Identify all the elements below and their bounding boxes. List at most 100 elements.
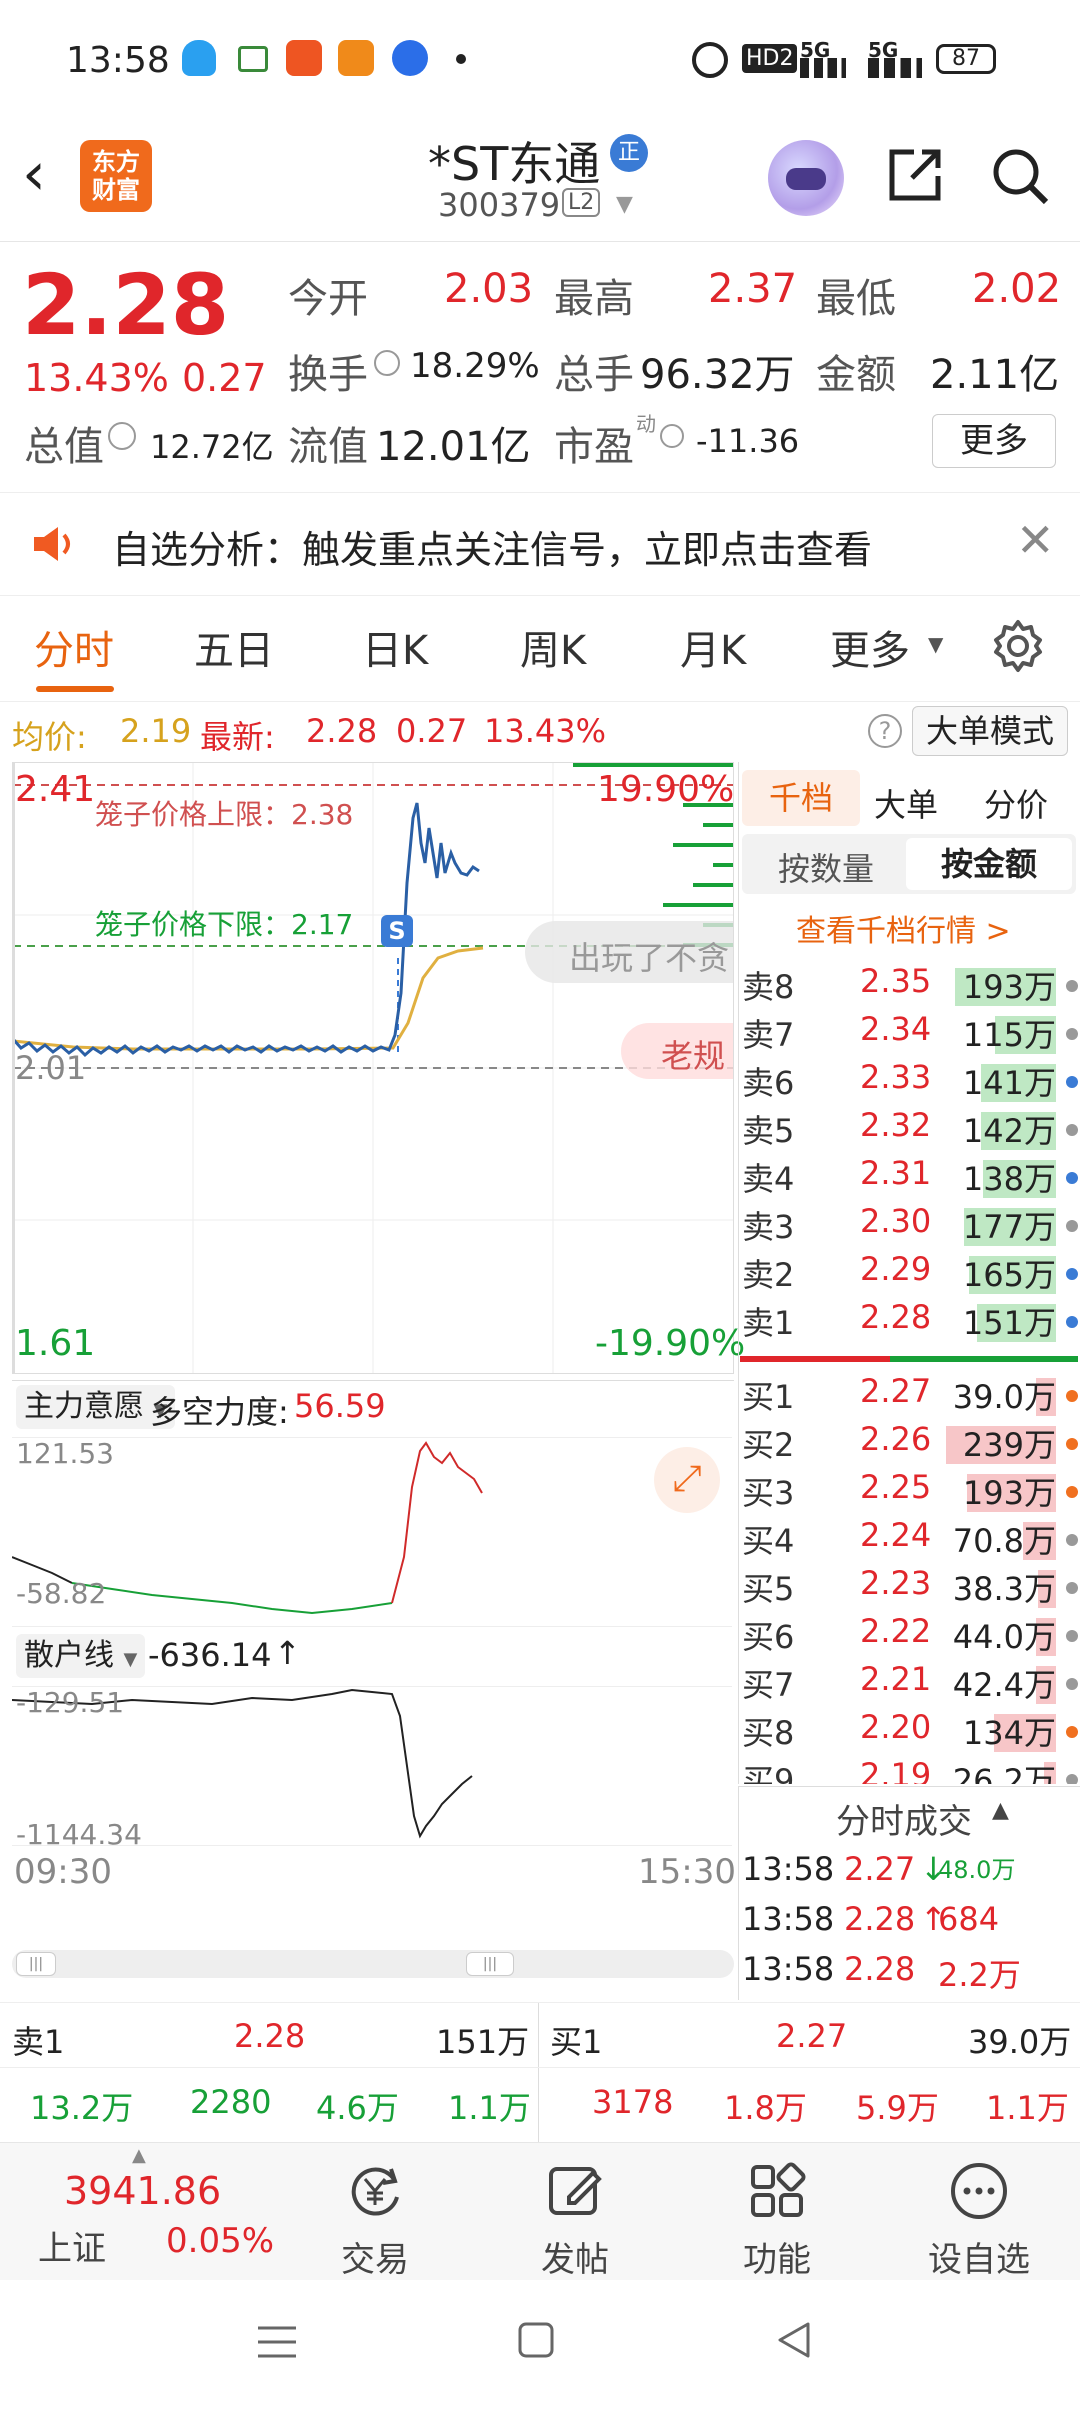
back-chevron-icon[interactable]: ‹ (22, 144, 46, 204)
search-icon[interactable] (988, 144, 1052, 208)
nav-trade[interactable]: 交易 (310, 2159, 440, 2281)
sell-marker[interactable]: S (381, 915, 413, 947)
tab-thousand-level[interactable]: 千档 (742, 770, 860, 826)
ask-row[interactable]: 卖4 2.31 138万 (738, 1154, 1080, 1202)
avg-value: 2.19 (120, 712, 192, 750)
more-button[interactable]: 更多 (932, 414, 1056, 468)
info-icon[interactable] (108, 422, 136, 450)
ask-row[interactable]: 卖8 2.35 193万 (738, 962, 1080, 1010)
tick-price: 2.28 (844, 1950, 916, 1988)
nav-add-watchlist[interactable]: 设自选 (914, 2159, 1044, 2281)
bid-row[interactable]: 买2 2.26 239万 (738, 1420, 1080, 1468)
ai-assistant-icon[interactable] (768, 140, 844, 216)
analysis-banner[interactable]: 自选分析：触发重点关注信号，立即点击查看 ✕ (0, 492, 1080, 596)
tab-more[interactable]: 更多 (830, 618, 910, 676)
bid-row[interactable]: 买5 2.23 38.3万 (738, 1564, 1080, 1612)
bid-label: 买4 (742, 1522, 795, 1560)
bid-row[interactable]: 买1 2.27 39.0万 (738, 1372, 1080, 1420)
chevron-down-icon[interactable]: ▼ (616, 192, 633, 217)
scrubber-left-handle[interactable]: ||| (16, 1952, 56, 1976)
intraday-chart[interactable]: 2.41 19.90% 笼子价格上限：2.38 笼子价格下限：2.17 S 出玩… (12, 762, 745, 1374)
tab-big-order[interactable]: 大单 (874, 780, 938, 826)
tab-intraday[interactable]: 分时 (34, 618, 114, 676)
tick-title[interactable]: 分时成交 (836, 1794, 972, 1843)
info-icon[interactable] (660, 424, 684, 448)
bid-label: 买6 (742, 1618, 795, 1656)
gear-icon[interactable] (990, 618, 1046, 674)
thousand-level-link[interactable]: 查看千档行情 > (796, 906, 1011, 950)
danmaku-bubble[interactable]: 老规 (621, 1023, 733, 1079)
home-icon (238, 46, 268, 72)
tab-price-dist[interactable]: 分价 (984, 780, 1048, 826)
bid-row[interactable]: 买3 2.25 193万 (738, 1468, 1080, 1516)
bid-row[interactable]: 买6 2.22 44.0万 (738, 1612, 1080, 1660)
ask-volume: 165万 (962, 1256, 1056, 1294)
menu-icon[interactable] (254, 2322, 300, 2362)
force-line-chart (12, 1437, 732, 1627)
bid-row[interactable]: 买4 2.24 70.8万 (738, 1516, 1080, 1564)
bottom-nav: ▲ 3941.86 上证 0.05% 交易 发帖 功能 设自选 (0, 2142, 1080, 2280)
caret-down-icon[interactable]: ▼ (928, 632, 943, 656)
home-square-icon[interactable] (516, 2320, 556, 2360)
big-order-mode-button[interactable]: 大单模式 (912, 706, 1068, 756)
ask-row[interactable]: 卖1 2.28 151万 (738, 1298, 1080, 1346)
indicator-select[interactable]: 散户线 ▼ (16, 1634, 146, 1678)
pe-dynamic-tag: 动 (636, 412, 656, 436)
ask-row[interactable]: 卖3 2.30 177万 (738, 1202, 1080, 1250)
mcap-value: 12.72亿 (150, 428, 274, 466)
close-icon[interactable]: ✕ (1016, 513, 1055, 567)
mode-by-amount[interactable]: 按金额 (906, 838, 1072, 890)
caret-up-icon[interactable]: ▲ (992, 1798, 1009, 1823)
tab-week-k[interactable]: 周K (520, 618, 586, 676)
status-time: 13:58 (66, 40, 170, 81)
ask-row[interactable]: 卖7 2.34 115万 (738, 1010, 1080, 1058)
info-icon[interactable] (374, 350, 400, 376)
avg-label: 均价: (12, 718, 87, 756)
nav-functions[interactable]: 功能 (712, 2159, 842, 2281)
up-arrow-icon: ↑ (274, 1634, 301, 1672)
intraday-summary: 均价: 2.19 最新: 2.28 0.27 13.43% ? 大单模式 (0, 702, 1080, 762)
pe-label: 市盈 (554, 424, 634, 470)
ask1-price: 2.28 (234, 2017, 306, 2055)
tab-five-day[interactable]: 五日 (194, 618, 274, 676)
more-dot-icon (456, 54, 466, 64)
bid-volume: 39.0万 (952, 1378, 1056, 1416)
tick-volume: 2.2万 (938, 1956, 1021, 1994)
bid-row[interactable]: 买8 2.20 134万 (738, 1708, 1080, 1756)
edit-icon (549, 2167, 602, 2215)
ask-queue-cell: 2280 (190, 2083, 272, 2121)
tab-month-k[interactable]: 月K (680, 618, 746, 676)
bid-row[interactable]: 买7 2.21 42.4万 (738, 1660, 1080, 1708)
tab-day-k[interactable]: 日K (362, 618, 428, 676)
share-icon[interactable] (884, 144, 946, 206)
bid-volume: 26.2万 (952, 1762, 1056, 1784)
level2-badge[interactable]: L2 (562, 188, 601, 217)
bid-label: 买9 (742, 1762, 795, 1784)
expand-icon[interactable]: ⤢ (654, 1447, 720, 1513)
ask-label: 卖4 (742, 1160, 795, 1198)
flag-dot-icon (1066, 1220, 1078, 1232)
high-value: 2.37 (708, 266, 798, 312)
ask-volume: 193万 (962, 968, 1056, 1006)
ask-row[interactable]: 卖2 2.29 165万 (738, 1250, 1080, 1298)
danmaku-bubble[interactable]: 出玩了不贪 (525, 921, 733, 983)
hd-icon: HD2 (742, 44, 798, 73)
bid-row[interactable]: 买9 2.19 26.2万 (738, 1756, 1080, 1784)
scrubber-right-handle[interactable]: ||| (466, 1952, 514, 1976)
tick-volume: 684 (938, 1900, 1000, 1938)
time-range-scrubber[interactable]: ||| ||| (12, 1950, 734, 1978)
nav-post[interactable]: 发帖 (510, 2159, 640, 2281)
flag-dot-icon (1066, 1438, 1078, 1450)
chart-bottom-pct: -19.90% (595, 1323, 746, 1364)
status-bar: 13:58 HD2 5G 5G 87 (0, 0, 1080, 120)
ask-row[interactable]: 卖5 2.32 142万 (738, 1106, 1080, 1154)
flag-dot-icon (1066, 1172, 1078, 1184)
open-value: 2.03 (444, 266, 534, 312)
change-percent: 13.43% (24, 356, 169, 400)
mode-by-quantity[interactable]: 按数量 (778, 844, 874, 890)
stock-title: *ST东通 (428, 137, 601, 191)
help-icon[interactable]: ? (868, 714, 902, 748)
index-ticker[interactable]: ▲ 3941.86 上证 0.05% (20, 2143, 280, 2281)
back-triangle-icon[interactable] (774, 2318, 814, 2362)
ask-row[interactable]: 卖6 2.33 141万 (738, 1058, 1080, 1106)
